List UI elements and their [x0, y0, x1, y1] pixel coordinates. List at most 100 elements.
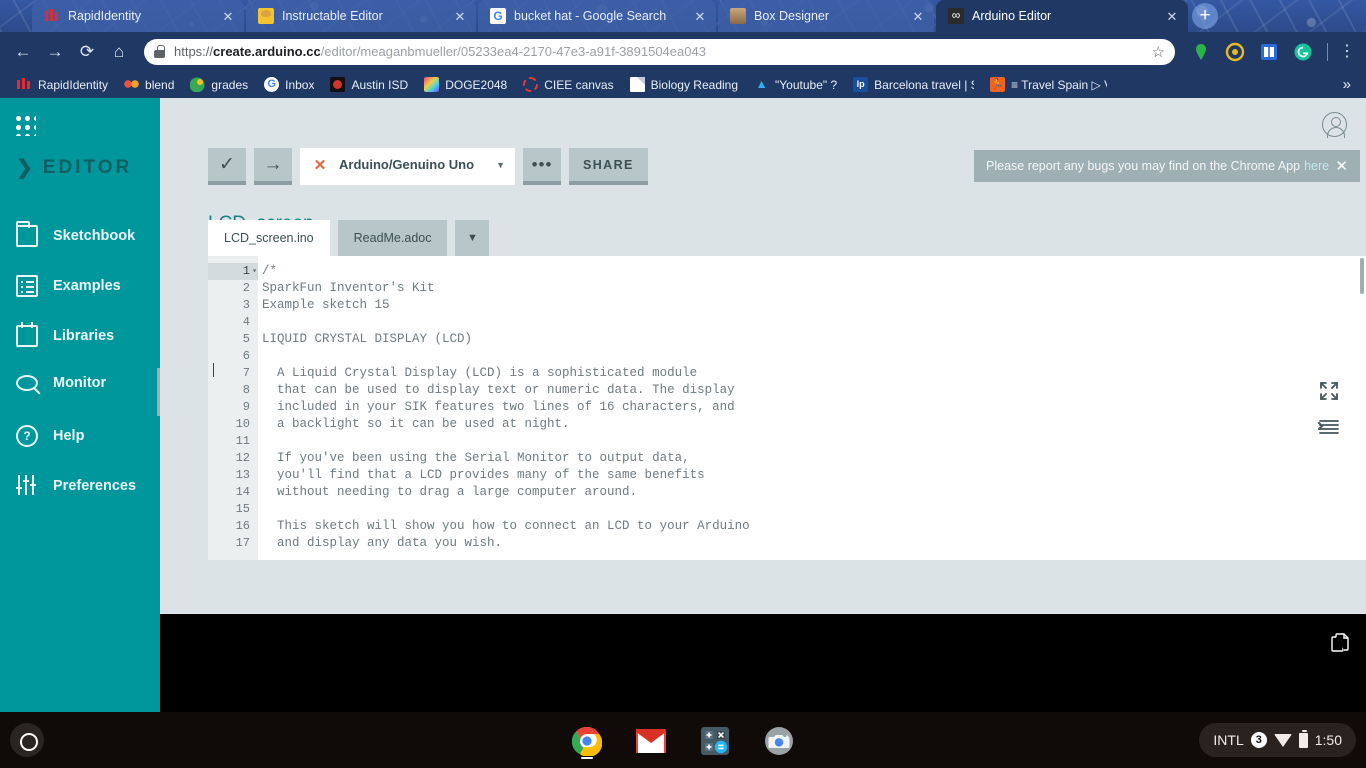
chrome-menu-icon[interactable]: ⋮: [1336, 43, 1358, 60]
address-bar[interactable]: https:// create.arduino.cc /editor/meaga…: [144, 38, 1175, 65]
line-number: 11: [235, 434, 250, 448]
running-indicator: [581, 757, 593, 759]
yellow-circle-extension-icon[interactable]: [1224, 41, 1246, 63]
camera-icon[interactable]: [764, 726, 794, 756]
fold-marker[interactable]: ▾: [252, 263, 257, 280]
monitor-search-icon: [16, 375, 38, 391]
sidebar-item-label: Help: [53, 428, 85, 444]
upload-button[interactable]: →: [254, 148, 292, 185]
browser-tab-instructable-editor[interactable]: Instructable Editor ✕: [246, 0, 476, 32]
sidebar-item-preferences[interactable]: Preferences: [16, 475, 136, 497]
bookmark-austin-isd[interactable]: Austin ISD: [322, 75, 416, 94]
back-button[interactable]: ←: [8, 37, 38, 67]
browser-tab-bucket-hat-search[interactable]: bucket hat - Google Search ✕: [478, 0, 716, 32]
sidebar-item-label: Sketchbook: [53, 228, 136, 244]
verify-button[interactable]: ✓: [208, 148, 246, 185]
auto-format-icon[interactable]: [1318, 418, 1340, 436]
close-icon[interactable]: ✕: [1164, 10, 1180, 23]
browser-toolbar: ← → ⟳ ⌂ https:// create.arduino.cc /edit…: [0, 32, 1366, 71]
calculator-icon[interactable]: [700, 726, 730, 756]
code-line: If you've been using the Serial Monitor …: [262, 451, 690, 465]
code-scrollbar[interactable]: [1360, 258, 1364, 294]
apps-grid-icon[interactable]: [14, 114, 36, 136]
copy-icon[interactable]: [1331, 633, 1349, 653]
editor-sidebar: ❯ EDITOR Sketchbook Examples Libraries M…: [0, 98, 160, 712]
code-editor[interactable]: 1▾ 2 3 4 5 6 7 8 9 10 11 12 13 14 15 16: [208, 256, 1366, 560]
sidebar-item-examples[interactable]: Examples: [16, 275, 121, 297]
sidebar-item-libraries[interactable]: Libraries: [16, 322, 115, 347]
libraries-icon: [16, 322, 38, 347]
battery-icon: [1298, 730, 1308, 748]
green-pin-extension-icon[interactable]: [1190, 41, 1212, 63]
chrome-icon[interactable]: [571, 726, 603, 759]
sidebar-item-label: Libraries: [53, 328, 115, 344]
board-select-value: Arduino/Genuino Uno: [339, 157, 475, 172]
board-select-dropdown[interactable]: ✕ Arduino/Genuino Uno ▼: [300, 148, 515, 185]
file-tab-lcd-screen-ino[interactable]: LCD_screen.ino: [208, 220, 330, 256]
ciee-canvas-icon: [523, 77, 539, 92]
forward-button[interactable]: →: [40, 37, 70, 67]
line-number: 16: [235, 519, 250, 533]
share-label: SHARE: [583, 157, 634, 172]
blue-book-extension-icon[interactable]: [1258, 41, 1280, 63]
gmail-icon[interactable]: [636, 726, 666, 756]
ellipsis-icon: •••: [531, 154, 553, 174]
browser-tab-arduino-editor[interactable]: Arduino Editor ✕: [936, 0, 1188, 32]
close-icon[interactable]: ✕: [452, 10, 468, 23]
close-icon[interactable]: ✕: [220, 10, 236, 23]
list-icon: [16, 275, 38, 297]
file-tab-readme-adoc[interactable]: ReadMe.adoc: [337, 220, 448, 256]
bookmark-blend[interactable]: blend: [116, 75, 182, 94]
bookmark-grades[interactable]: grades: [182, 75, 256, 94]
grammarly-extension-icon[interactable]: [1292, 41, 1314, 63]
browser-tab-box-designer[interactable]: Box Designer ✕: [718, 0, 934, 32]
text-cursor: [213, 363, 214, 377]
close-icon[interactable]: ✕: [1335, 157, 1348, 175]
line-number: 4: [242, 315, 250, 329]
code-line: without needing to drag a large computer…: [262, 485, 638, 499]
notification-link[interactable]: here: [1304, 159, 1329, 173]
editor-toolbar: ✓ → ✕ Arduino/Genuino Uno ▼ ••• SHARE: [208, 148, 648, 185]
sidebar-item-help[interactable]: Help: [16, 425, 84, 447]
bookmark-ciee-canvas[interactable]: CIEE canvas: [515, 75, 621, 94]
launcher-circle-icon[interactable]: [10, 723, 44, 757]
code-line: that can be used to display text or nume…: [262, 383, 735, 397]
chevron-down-icon: ▼: [496, 159, 505, 170]
more-options-button[interactable]: •••: [523, 148, 561, 185]
bookmarks-bar: RapidIdentity blend grades Inbox Austin …: [0, 71, 1366, 98]
bookmark-inbox[interactable]: Inbox: [256, 75, 322, 94]
sidebar-item-sketchbook[interactable]: Sketchbook: [16, 221, 136, 247]
help-question-icon: [16, 425, 38, 447]
bookmarks-overflow-button[interactable]: »: [1337, 76, 1357, 93]
share-button[interactable]: SHARE: [569, 148, 648, 185]
bookmark-rapididentity[interactable]: RapidIdentity: [9, 75, 116, 94]
blend-icon: [124, 77, 140, 92]
home-button[interactable]: ⌂: [104, 37, 134, 67]
bookmark-star-icon[interactable]: ☆: [1142, 43, 1165, 61]
sidebar-item-label: Preferences: [53, 478, 137, 494]
notification-text: Please report any bugs you may find on t…: [986, 159, 1301, 173]
bookmark-barcelona-travel[interactable]: Barcelona travel | Spa: [845, 75, 982, 94]
chevron-down-icon: ▼: [467, 232, 478, 244]
file-tabs-dropdown-button[interactable]: ▼: [455, 220, 490, 256]
bookmark-travel-spain[interactable]: ≡ Travel Spain ▷ Vis: [982, 75, 1115, 94]
line-number: 10: [235, 417, 250, 431]
new-tab-button[interactable]: +: [1192, 3, 1218, 29]
browser-tab-rapididentity[interactable]: RapidIdentity ✕: [32, 0, 244, 32]
tab-strip: RapidIdentity ✕ Instructable Editor ✕ bu…: [0, 0, 1366, 32]
system-tray[interactable]: INTL 3 1:50: [1199, 723, 1356, 757]
sidebar-item-monitor[interactable]: Monitor: [16, 375, 106, 391]
close-icon[interactable]: ✕: [692, 10, 708, 23]
code-line: A Liquid Crystal Display (LCD) is a soph…: [262, 366, 698, 380]
code-text[interactable]: /* SparkFun Inventor's Kit Example sketc…: [258, 256, 1366, 560]
reload-button[interactable]: ⟳: [72, 37, 102, 67]
line-number: 17: [235, 536, 250, 550]
fullscreen-expand-icon[interactable]: [1318, 380, 1340, 402]
user-avatar-icon[interactable]: [1322, 112, 1347, 138]
bookmark-doge2048[interactable]: DOGE2048: [416, 75, 515, 94]
line-number: 15: [235, 502, 250, 516]
close-icon[interactable]: ✕: [910, 10, 926, 23]
bookmark-youtube[interactable]: "Youtube" ?: [746, 75, 845, 94]
bookmark-biology-reading[interactable]: Biology Reading: [622, 75, 746, 94]
